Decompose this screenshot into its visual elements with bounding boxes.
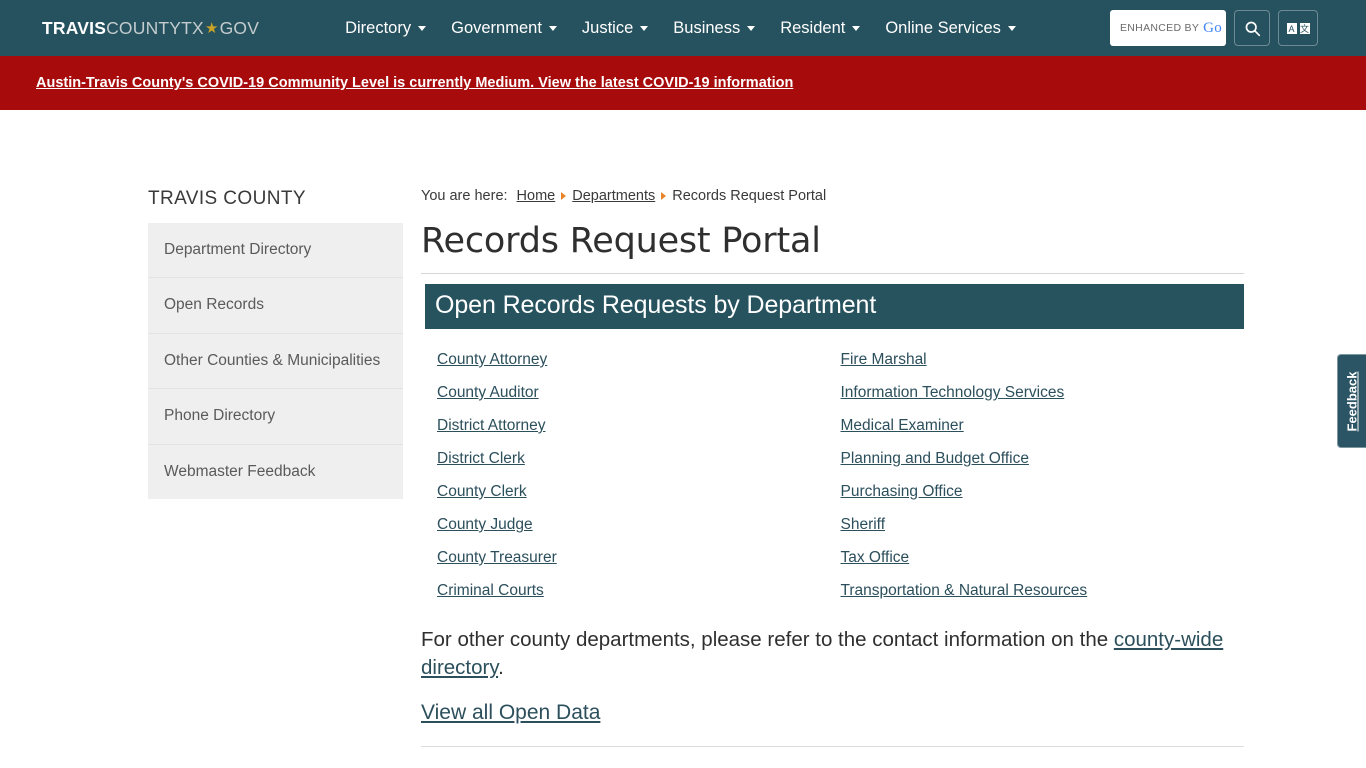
- nav-item-resident[interactable]: Resident: [780, 18, 861, 38]
- nav-label: Online Services: [885, 18, 1001, 37]
- breadcrumb-arrow-icon: [661, 192, 667, 200]
- nav-item-directory[interactable]: Directory: [345, 18, 427, 38]
- covid-alert-banner: Austin-Travis County's COVID-19 Communit…: [0, 56, 1366, 110]
- other-departments-paragraph: For other county departments, please ref…: [421, 626, 1244, 683]
- sidebar-item-other-counties[interactable]: Other Counties & Municipalities: [148, 334, 403, 390]
- main-navigation: Directory Government Justice Business Re…: [345, 19, 1016, 38]
- breadcrumb-link-departments[interactable]: Departments: [572, 188, 655, 204]
- view-all-open-data-link[interactable]: View all Open Data: [421, 701, 600, 725]
- breadcrumb-arrow-icon: [561, 192, 567, 200]
- page-title: Records Request Portal: [421, 221, 1244, 274]
- star-icon: ★: [204, 20, 219, 37]
- chevron-down-icon: [852, 25, 861, 31]
- department-column-left: County Attorney County Auditor District …: [437, 351, 841, 600]
- search-area: ENHANCED BY Go A 文: [1110, 10, 1318, 46]
- main-content: You are here: Home Departments Records R…: [421, 188, 1244, 768]
- dept-link-sheriff[interactable]: Sheriff: [841, 516, 886, 534]
- translate-icon: A 文: [1285, 21, 1311, 35]
- chevron-down-icon: [747, 25, 756, 31]
- search-icon: [1245, 21, 1260, 36]
- chevron-down-icon: [640, 25, 649, 31]
- logo-travis: TRAVIS: [42, 17, 107, 38]
- nav-item-government[interactable]: Government: [451, 19, 557, 38]
- dept-link-transportation-natural-resources[interactable]: Transportation & Natural Resources: [841, 582, 1088, 600]
- translate-cjk-glyph: 文: [1298, 21, 1311, 35]
- breadcrumb-link-home[interactable]: Home: [517, 188, 556, 204]
- breadcrumb: You are here: Home Departments Records R…: [421, 188, 1244, 204]
- dept-link-criminal-courts[interactable]: Criminal Courts: [437, 582, 544, 600]
- dept-link-county-judge[interactable]: County Judge: [437, 516, 533, 534]
- nav-item-business[interactable]: Business: [673, 18, 756, 38]
- sidebar: TRAVIS COUNTY Department Directory Open …: [148, 188, 403, 768]
- sentence-period: .: [498, 656, 504, 680]
- covid-alert-link[interactable]: Austin-Travis County's COVID-19 Communit…: [36, 75, 793, 91]
- nav-label: Directory: [345, 18, 412, 37]
- department-column-right: Fire Marshal Information Technology Serv…: [841, 351, 1245, 600]
- dept-link-county-treasurer[interactable]: County Treasurer: [437, 549, 557, 567]
- site-logo[interactable]: TRAVIS COUNTYTX ★ GOV: [42, 18, 259, 39]
- breadcrumb-lead: You are here:: [421, 188, 508, 204]
- translate-button[interactable]: A 文: [1278, 10, 1318, 46]
- section-header: Open Records Requests by Department: [421, 284, 1244, 329]
- chevron-down-icon: [1007, 25, 1016, 31]
- sidebar-item-phone-directory[interactable]: Phone Directory: [148, 389, 403, 445]
- dept-link-tax-office[interactable]: Tax Office: [841, 549, 910, 567]
- sidebar-list: Department Directory Open Records Other …: [148, 223, 403, 500]
- dept-link-planning-and-budget-office[interactable]: Planning and Budget Office: [841, 450, 1029, 468]
- dept-link-district-clerk[interactable]: District Clerk: [437, 450, 525, 468]
- nav-label: Justice: [581, 18, 634, 37]
- other-departments-text: For other county departments, please ref…: [421, 628, 1109, 651]
- nav-item-justice[interactable]: Justice: [581, 18, 649, 38]
- feedback-tab-label: Feedback: [1344, 371, 1360, 431]
- nav-item-online-services[interactable]: Online Services: [885, 19, 1016, 38]
- logo-gov: GOV: [219, 17, 260, 38]
- sidebar-title: TRAVIS COUNTY: [148, 188, 306, 209]
- sidebar-item-open-records[interactable]: Open Records: [148, 278, 403, 334]
- site-header: TRAVIS COUNTYTX ★ GOV Directory Government …: [0, 0, 1366, 56]
- dept-link-county-auditor[interactable]: County Auditor: [437, 384, 539, 402]
- nav-label: Government: [451, 18, 542, 37]
- sidebar-item-department-directory[interactable]: Department Directory: [148, 223, 403, 279]
- google-logo: Go: [1203, 19, 1223, 36]
- search-button[interactable]: [1234, 10, 1270, 46]
- translate-latin-glyph: A: [1285, 21, 1298, 35]
- dept-link-information-technology-services[interactable]: Information Technology Services: [841, 384, 1065, 402]
- chevron-down-icon: [548, 25, 557, 31]
- nav-label: Business: [673, 18, 741, 37]
- search-placeholder: ENHANCED BY Go: [1120, 19, 1223, 36]
- feedback-tab[interactable]: Feedback: [1337, 354, 1366, 448]
- nav-label: Resident: [780, 18, 846, 37]
- dept-link-county-attorney[interactable]: County Attorney: [437, 351, 547, 369]
- chevron-down-icon: [418, 25, 427, 31]
- dept-link-fire-marshal[interactable]: Fire Marshal: [841, 351, 927, 369]
- dept-link-district-attorney[interactable]: District Attorney: [437, 417, 546, 435]
- search-input[interactable]: ENHANCED BY Go: [1110, 10, 1226, 46]
- content-divider: [421, 745, 1244, 747]
- dept-link-purchasing-office[interactable]: Purchasing Office: [841, 483, 963, 501]
- dept-link-medical-examiner[interactable]: Medical Examiner: [841, 417, 964, 435]
- logo-countytx: COUNTYTX: [106, 17, 204, 38]
- sidebar-item-webmaster-feedback[interactable]: Webmaster Feedback: [148, 445, 403, 499]
- department-links: County Attorney County Auditor District …: [421, 351, 1244, 600]
- dept-link-county-clerk[interactable]: County Clerk: [437, 483, 527, 501]
- page-body: TRAVIS COUNTY Department Directory Open …: [0, 110, 1366, 768]
- breadcrumb-current: Records Request Portal: [672, 188, 827, 204]
